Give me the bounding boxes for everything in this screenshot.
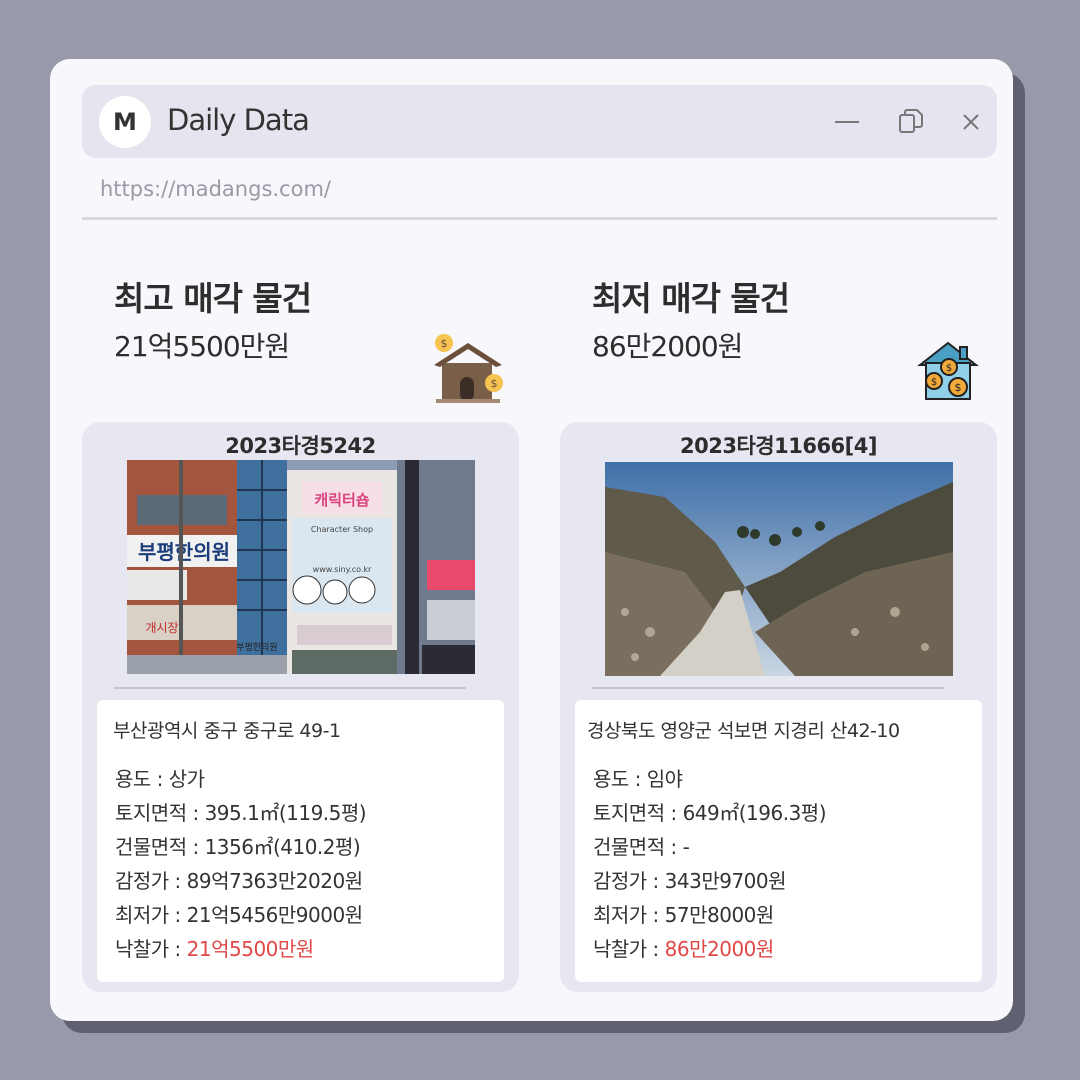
minimum-price-row: 최저가 : 21억5456만9000원 [115,898,366,932]
restore-icon [899,109,923,133]
lowest-price: 86만2000원 [592,330,743,363]
house-coins-icon: $ $ $ [917,341,979,400]
building-area-label: 건물면적 : [593,835,683,859]
land-area-row: 토지면적 : 395.1㎡(119.5평) [115,796,367,830]
building-area-value: 1356㎡(410.2평) [204,835,361,859]
app-logo: M [99,96,151,148]
building-area-value: - [682,835,690,859]
winning-bid-value: 86만2000원 [664,937,775,961]
close-button[interactable] [954,105,988,139]
minimize-button[interactable] [830,105,864,139]
svg-text:$: $ [955,381,962,394]
close-icon [963,114,979,130]
house-dollar-icon: $ $ [434,334,503,403]
winning-bid-row: 낙찰가 : 21억5500만원 [115,932,366,966]
building-area-row: 건물면적 : 1356㎡(410.2평) [115,830,366,864]
minimum-price-value: 57만8000원 [664,903,775,927]
usage-label: 용도 : [115,767,169,791]
appraisal-value: 89억7363만2020원 [186,869,363,893]
winning-bid-row: 낙찰가 : 86만2000원 [593,932,826,966]
minimum-price-label: 최저가 : [593,903,665,927]
usage-label: 용도 : [593,767,647,791]
case-number: 2023타경11666[4] [680,434,877,458]
highest-heading: 최고 매각 물건 [114,279,312,318]
minimum-price-label: 최저가 : [115,903,187,927]
lowest-property-card[interactable]: 2023타경11666[4] 경상북도 영양군 석보면 지경리 산42-10 용… [560,422,997,992]
sign-shop: 캐릭터숍 [314,491,369,509]
appraisal-row: 감정가 : 343만9700원 [593,864,826,898]
sign-main: 부평한의원 [138,540,230,564]
minimize-icon [835,121,859,123]
svg-text:$: $ [491,377,498,390]
minimum-price-row: 최저가 : 57만8000원 [593,898,826,932]
header-divider [82,217,997,220]
property-photo: 부평한의원 개시장 캐릭터숍 Character Shop www.siny.c… [127,460,475,674]
appraisal-row: 감정가 : 89억7363만2020원 [115,864,366,898]
svg-text:$: $ [441,337,448,350]
land-area-label: 토지면적 : [593,801,683,825]
minimum-price-value: 21억5456만9000원 [186,903,363,927]
winning-bid-label: 낙찰가 : [593,937,665,961]
app-window: M Daily Data https://madangs.com/ 최고 매각 … [50,59,1013,1021]
app-title: Daily Data [167,103,310,137]
winning-bid-value: 21억5500만원 [186,937,315,961]
winning-bid-label: 낙찰가 : [115,937,187,961]
usage-value: 임야 [646,767,683,791]
title-bar: M Daily Data [82,85,997,158]
usage-value: 상가 [168,767,205,791]
case-number: 2023타경5242 [225,434,376,458]
appraisal-label: 감정가 : [593,869,665,893]
property-info: 경상북도 영양군 석보면 지경리 산42-10 용도 : 임야 토지면적 : 6… [575,700,982,982]
sign-lower: 부평한의원 [236,642,277,653]
url-text[interactable]: https://madangs.com/ [100,177,331,201]
card-divider [114,687,466,689]
highest-property-card[interactable]: 2023타경5242 부평한의원 개시장 캐릭터숍 Character Shop… [82,422,519,992]
usage-row: 용도 : 임야 [593,762,826,796]
property-address: 부산광역시 중구 중구로 49-1 [113,720,341,742]
sign-shop-url: www.siny.co.kr [313,565,372,574]
appraisal-value: 343만9700원 [664,869,787,893]
land-area-label: 토지면적 : [115,801,205,825]
building-area-row: 건물면적 : - [593,830,826,864]
sign-side: 개시장 [145,621,178,635]
restore-button[interactable] [894,105,928,139]
lowest-heading: 최저 매각 물건 [592,279,790,318]
card-divider [592,687,944,689]
building-area-label: 건물면적 : [115,835,205,859]
property-address: 경상북도 영양군 석보면 지경리 산42-10 [587,720,900,742]
svg-text:$: $ [946,363,952,374]
sign-shop-sub: Character Shop [311,525,373,534]
property-photo [605,462,953,676]
svg-text:$: $ [931,377,937,388]
property-info: 부산광역시 중구 중구로 49-1 용도 : 상가 토지면적 : 395.1㎡(… [97,700,504,982]
land-area-value: 649㎡(196.3평) [682,801,827,825]
highest-price: 21억5500만원 [114,330,290,363]
land-area-value: 395.1㎡(119.5평) [204,801,367,825]
usage-row: 용도 : 상가 [115,762,366,796]
land-area-row: 토지면적 : 649㎡(196.3평) [593,796,827,830]
appraisal-label: 감정가 : [115,869,187,893]
